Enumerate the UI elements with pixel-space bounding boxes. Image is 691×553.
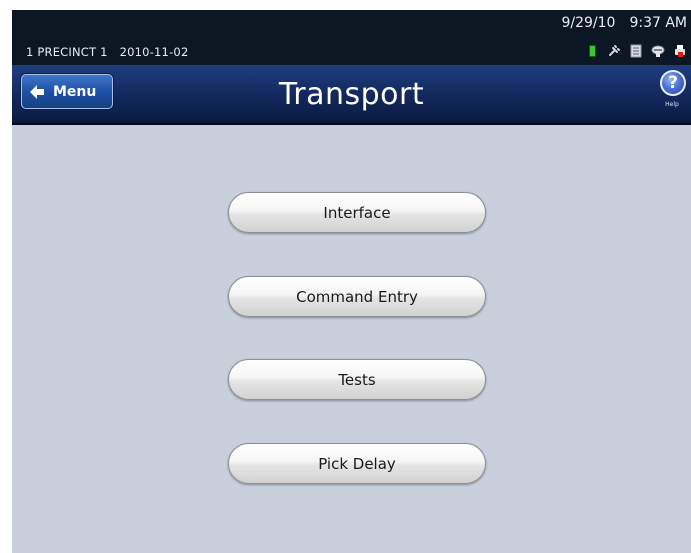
help-label: Help [665, 101, 679, 108]
pick-delay-button[interactable]: Pick Delay [228, 443, 486, 484]
clock-date: 9/29/10 [561, 15, 616, 31]
page-title: Transport [278, 77, 425, 112]
help-icon: ? [660, 70, 686, 96]
printer-icon [673, 44, 687, 58]
command-entry-button[interactable]: Command Entry [228, 276, 486, 317]
election-date: 2010-11-02 [119, 45, 189, 59]
status-icons [585, 43, 687, 59]
clock-time: 9:37 AM [629, 15, 687, 31]
power-icon [607, 44, 621, 58]
help-button[interactable]: ? Help [655, 70, 689, 118]
main-content: Interface Command Entry Tests Pick Delay [12, 125, 691, 553]
status-bar: 1 PRECINCT 1 2010-11-02 9/29/10 9:37 AM [12, 10, 691, 65]
precinct-info: 1 PRECINCT 1 2010-11-02 [26, 45, 200, 59]
precinct-label: 1 PRECINCT 1 [26, 45, 108, 59]
header-bar: Menu Transport ? Help [12, 65, 691, 125]
interface-button[interactable]: Interface [228, 192, 486, 233]
network-icon [651, 44, 665, 58]
clock: 9/29/10 9:37 AM [561, 15, 687, 31]
battery-icon [585, 44, 599, 58]
tests-button[interactable]: Tests [228, 359, 486, 400]
document-icon [629, 44, 643, 58]
app-frame: 1 PRECINCT 1 2010-11-02 9/29/10 9:37 AM [12, 10, 691, 553]
